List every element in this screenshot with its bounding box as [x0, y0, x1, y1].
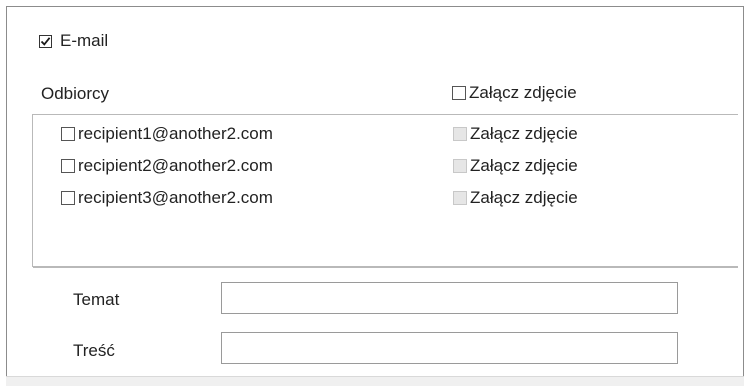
recipients-header: Odbiorcy	[41, 84, 110, 103]
attach-photo-label: Załącz zdjęcie	[470, 124, 578, 143]
email-checkbox[interactable]	[39, 34, 52, 48]
attach-photo-checkbox	[453, 127, 467, 141]
subject-input[interactable]	[221, 282, 678, 314]
attach-photo-label: Załącz zdjęcie	[470, 188, 578, 207]
attach-photo-checkbox	[453, 159, 467, 173]
recipient-address: recipient2@another2.com	[78, 156, 273, 175]
recipient-checkbox[interactable]	[61, 127, 75, 141]
recipient-checkbox[interactable]	[61, 159, 75, 173]
attach-all-label: Załącz zdjęcie	[469, 83, 577, 102]
section-divider	[33, 267, 738, 268]
recipient-checkbox[interactable]	[61, 191, 75, 205]
recipient-address: recipient1@another2.com	[78, 124, 273, 143]
attach-photo-label: Załącz zdjęcie	[470, 156, 578, 175]
recipient-attach-1: Załącz zdjęcie	[453, 124, 578, 144]
recipient-item-2[interactable]: recipient2@another2.com	[61, 156, 273, 176]
email-label: E-mail	[60, 31, 109, 50]
subject-label: Temat	[73, 290, 120, 309]
attach-photo-checkbox	[453, 191, 467, 205]
checkmark-icon	[40, 36, 51, 46]
recipient-attach-2: Załącz zdjęcie	[453, 156, 578, 176]
recipient-attach-3: Załącz zdjęcie	[453, 188, 578, 208]
recipient-item-3[interactable]: recipient3@another2.com	[61, 188, 273, 208]
recipient-item-1[interactable]: recipient1@another2.com	[61, 124, 273, 144]
email-toggle[interactable]: E-mail	[39, 31, 108, 51]
attach-all-checkbox[interactable]	[452, 86, 466, 100]
body-input[interactable]	[221, 332, 678, 364]
recipient-address: recipient3@another2.com	[78, 188, 273, 207]
body-label: Treść	[73, 341, 115, 360]
attach-all-toggle[interactable]: Załącz zdjęcie	[452, 83, 577, 103]
